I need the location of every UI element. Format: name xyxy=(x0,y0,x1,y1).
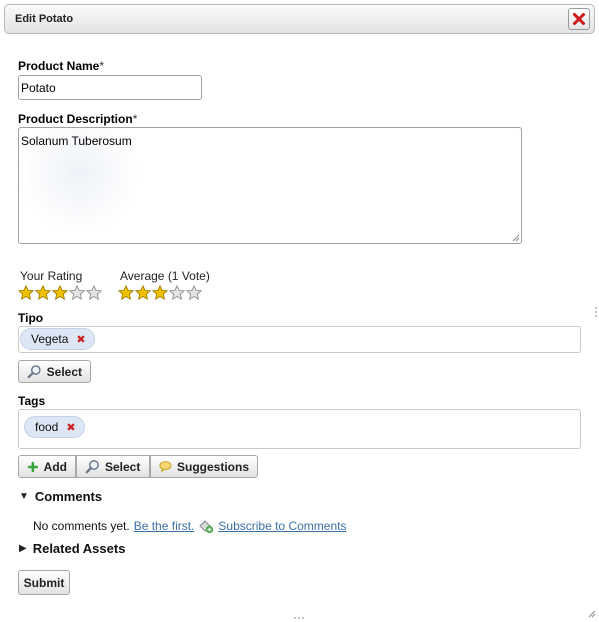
tipo-label: Tipo xyxy=(18,311,44,325)
tags-label: Tags xyxy=(18,394,46,408)
star-empty-icon xyxy=(186,285,202,300)
tipo-select-label: Select xyxy=(46,364,82,379)
dialog-resize-grip-icon[interactable] xyxy=(588,610,596,618)
dialog-title: Edit Potato xyxy=(15,13,74,25)
close-button[interactable] xyxy=(568,8,590,30)
product-name-input[interactable] xyxy=(18,75,202,100)
related-assets-toggle[interactable]: ▶ Related Assets xyxy=(19,541,125,556)
resize-grip-icon[interactable] xyxy=(512,234,520,242)
submit-label: Submit xyxy=(23,575,65,590)
average-rating-label: Average (1 Vote) xyxy=(120,269,210,283)
magnifier-icon xyxy=(85,460,99,474)
required-mark: * xyxy=(99,59,105,73)
no-comments-text: No comments yet. xyxy=(33,519,130,533)
star-filled-icon[interactable] xyxy=(35,285,51,300)
submit-button[interactable]: Submit xyxy=(18,570,70,595)
triangle-down-icon: ▼ xyxy=(19,491,29,502)
tags-token-field[interactable]: food ✖ xyxy=(18,409,581,449)
product-name-label: Product Name* xyxy=(18,59,104,73)
comments-status: No comments yet. Be the first. Subscribe… xyxy=(33,518,346,534)
triangle-right-icon: ▶ xyxy=(19,543,27,554)
bottom-resize-handle-icon[interactable] xyxy=(293,616,305,620)
average-rating-stars xyxy=(118,285,202,300)
star-empty-icon xyxy=(169,285,185,300)
required-mark: * xyxy=(132,112,138,126)
star-filled-icon[interactable] xyxy=(52,285,68,300)
magnifier-icon xyxy=(27,365,41,379)
tipo-chip-label: Vegeta xyxy=(31,332,69,346)
suggestions-label: Suggestions xyxy=(176,459,249,474)
speech-bubble-icon xyxy=(159,461,172,473)
tag-chip-label: food xyxy=(35,420,59,434)
comments-section-toggle[interactable]: ▼ Comments xyxy=(19,489,102,504)
tags-select-label: Select xyxy=(105,459,141,474)
tags-select-button[interactable]: Select xyxy=(76,455,150,478)
tipo-select-button[interactable]: Select xyxy=(18,360,91,383)
product-description-label-text: Product Description xyxy=(18,112,133,126)
star-empty-icon[interactable] xyxy=(69,285,85,300)
tag-chip: food ✖ xyxy=(24,416,85,438)
star-filled-icon xyxy=(152,285,168,300)
suggestions-button[interactable]: Suggestions xyxy=(150,455,258,478)
remove-chip-icon[interactable]: ✖ xyxy=(76,333,85,346)
tipo-chip: Vegeta ✖ xyxy=(20,328,95,350)
related-assets-heading: Related Assets xyxy=(32,541,126,556)
plus-icon xyxy=(27,461,38,472)
dialog-titlebar: Edit Potato xyxy=(4,4,595,34)
add-tag-button[interactable]: Add xyxy=(18,455,76,478)
star-filled-icon xyxy=(118,285,134,300)
product-name-label-text: Product Name xyxy=(18,59,100,73)
add-tag-label: Add xyxy=(43,459,67,474)
product-description-textarea[interactable]: Solanum Tuberosum xyxy=(18,127,522,244)
your-rating-label: Your Rating xyxy=(20,269,83,283)
edit-dialog: Edit Potato Product Name* Product Descri… xyxy=(0,0,599,622)
close-icon xyxy=(573,13,585,25)
side-resize-handle-icon[interactable] xyxy=(594,306,598,318)
subscribe-icon xyxy=(199,520,214,534)
star-filled-icon xyxy=(135,285,151,300)
subscribe-comments-link[interactable]: Subscribe to Comments xyxy=(218,519,346,533)
tipo-token-field[interactable]: Vegeta ✖ xyxy=(18,326,581,353)
be-first-link[interactable]: Be the first. xyxy=(134,519,195,533)
your-rating-stars[interactable] xyxy=(18,285,102,300)
comments-heading: Comments xyxy=(34,489,103,504)
star-filled-icon[interactable] xyxy=(18,285,34,300)
star-empty-icon[interactable] xyxy=(86,285,102,300)
remove-chip-icon[interactable]: ✖ xyxy=(66,421,75,434)
product-description-label: Product Description* xyxy=(18,112,137,126)
